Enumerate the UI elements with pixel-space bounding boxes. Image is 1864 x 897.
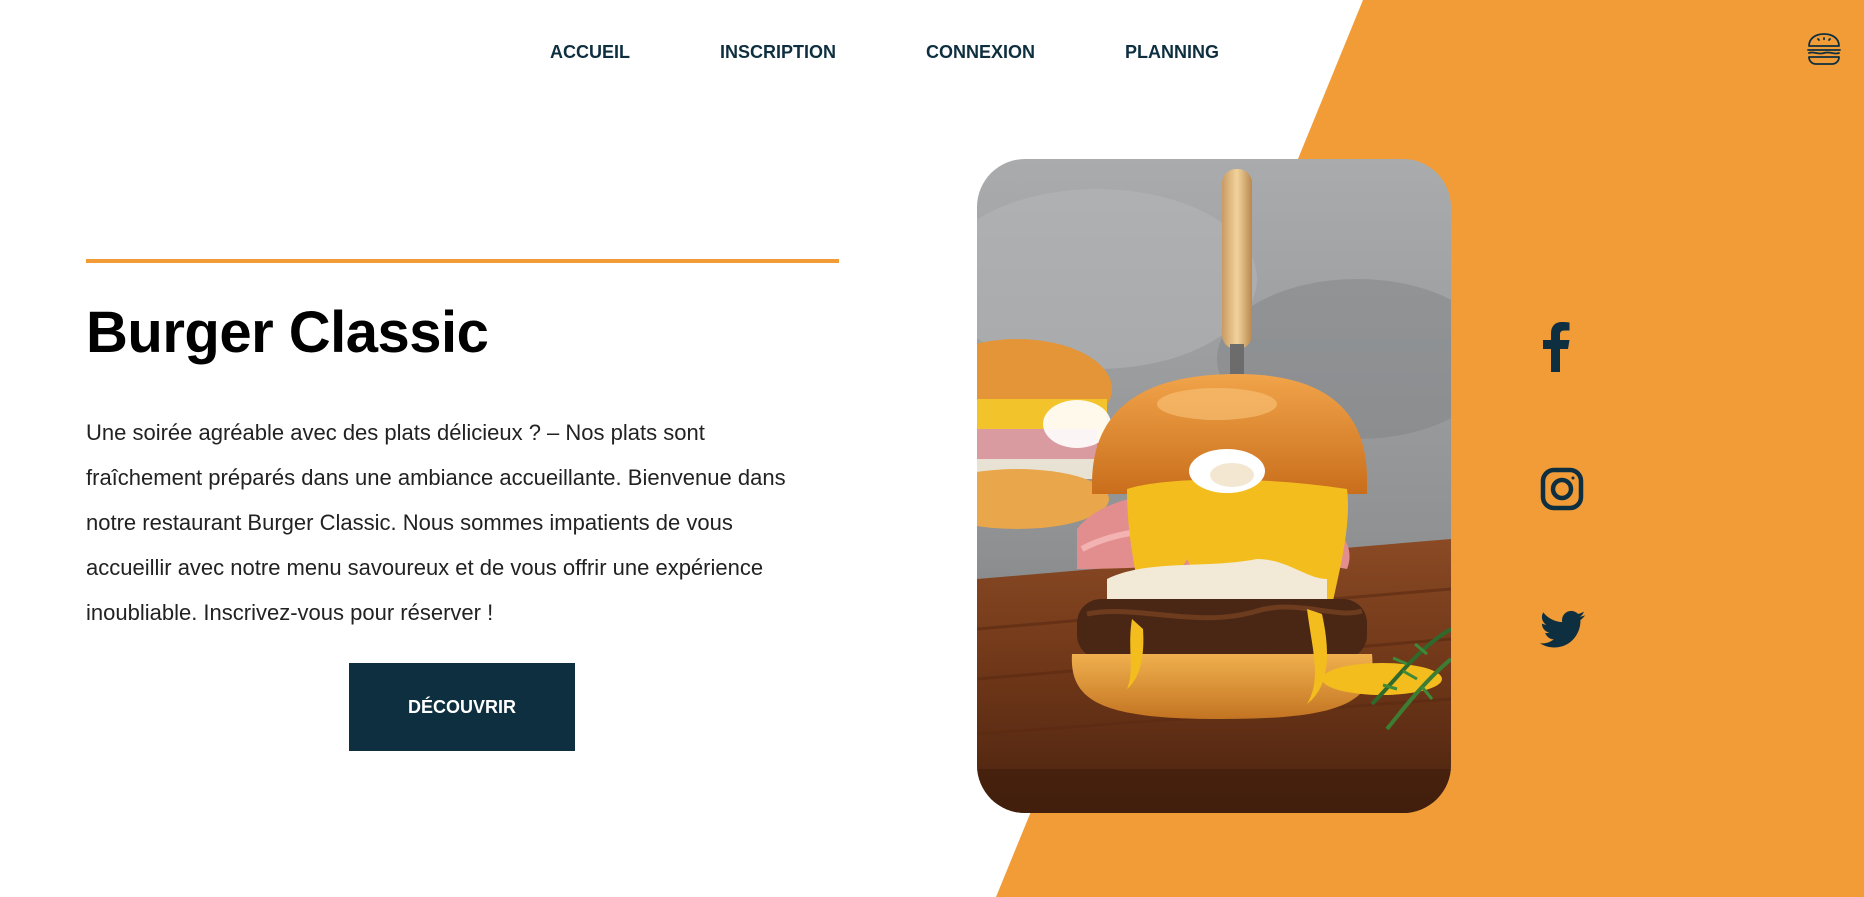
instagram-icon[interactable]	[1540, 467, 1584, 511]
hero-description: Une soirée agréable avec des plats délic…	[86, 420, 786, 625]
facebook-icon[interactable]	[1538, 322, 1572, 372]
hero-title: Burger Classic	[86, 300, 489, 365]
main-nav: ACCUEIL INSCRIPTION CONNEXION PLANNING	[550, 40, 1309, 64]
discover-button[interactable]: DÉCOUVRIR	[349, 663, 575, 751]
hero-accent-line	[86, 259, 839, 263]
twitter-icon[interactable]	[1540, 610, 1586, 650]
nav-item-accueil[interactable]: ACCUEIL	[550, 40, 630, 64]
burger-image	[977, 159, 1451, 813]
nav-item-planning[interactable]: PLANNING	[1125, 40, 1219, 64]
nav-item-inscription[interactable]: INSCRIPTION	[720, 40, 836, 64]
burger-logo-icon[interactable]	[1806, 32, 1842, 66]
nav-item-connexion[interactable]: CONNEXION	[926, 40, 1035, 64]
